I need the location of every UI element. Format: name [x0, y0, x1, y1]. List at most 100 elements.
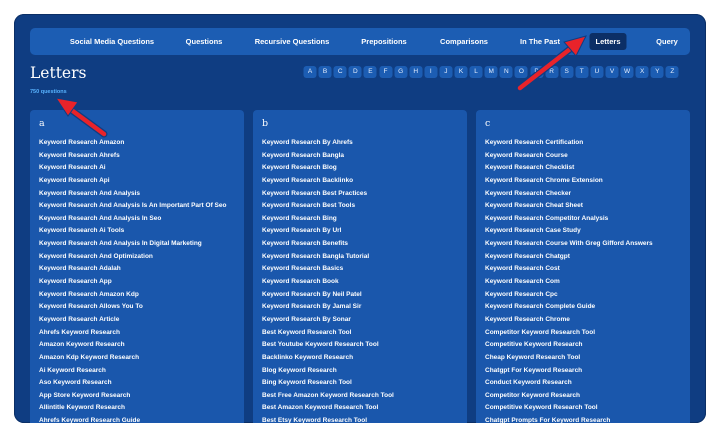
question-link[interactable]: Keyword Research Chrome [485, 314, 653, 327]
question-link[interactable]: Keyword Research Article [39, 314, 226, 327]
letter-link-r[interactable]: R [545, 66, 559, 78]
question-link[interactable]: Keyword Research And Analysis In Digital… [39, 238, 226, 251]
letter-link-c[interactable]: C [333, 66, 347, 78]
question-link[interactable]: Amazon Kdp Keyword Research [39, 352, 226, 365]
question-link[interactable]: Keyword Research Ai Tools [39, 225, 226, 238]
question-link[interactable]: Allintitle Keyword Research [39, 402, 226, 415]
nav-item-letters[interactable]: Letters [589, 33, 627, 50]
question-link[interactable]: Bing Keyword Research Tool [262, 377, 394, 390]
question-link[interactable]: Keyword Research Benefits [262, 238, 394, 251]
question-link[interactable]: Keyword Research Chrome Extension [485, 175, 653, 188]
letter-link-i[interactable]: I [424, 66, 438, 78]
question-link[interactable]: Aso Keyword Research [39, 377, 226, 390]
question-link[interactable]: Keyword Research Cpc [485, 289, 653, 302]
question-link[interactable]: Keyword Research Ai [39, 162, 226, 175]
question-link[interactable]: Keyword Research Cheat Sheet [485, 200, 653, 213]
letter-link-n[interactable]: N [499, 66, 513, 78]
question-link[interactable]: Keyword Research Certification [485, 137, 653, 150]
question-link[interactable]: Blog Keyword Research [262, 365, 394, 378]
question-link[interactable]: Keyword Research By Ahrefs [262, 137, 394, 150]
question-link[interactable]: Keyword Research Backlinko [262, 175, 394, 188]
question-link[interactable]: Amazon Keyword Research [39, 339, 226, 352]
letter-link-l[interactable]: L [469, 66, 483, 78]
letter-link-s[interactable]: S [560, 66, 574, 78]
question-link[interactable]: Best Keyword Research Tool [262, 327, 394, 340]
question-link[interactable]: Best Free Amazon Keyword Research Tool [262, 390, 394, 403]
letter-link-m[interactable]: M [484, 66, 498, 78]
letter-link-k[interactable]: K [454, 66, 468, 78]
question-link[interactable]: Keyword Research Bing [262, 213, 394, 226]
question-link[interactable]: Competitive Keyword Research Tool [485, 402, 653, 415]
letter-link-z[interactable]: Z [665, 66, 679, 78]
question-link[interactable]: Keyword Research Amazon [39, 137, 226, 150]
question-link[interactable]: Keyword Research Basics [262, 263, 394, 276]
question-link[interactable]: Keyword Research Adalah [39, 263, 226, 276]
question-link[interactable]: Keyword Research Case Study [485, 225, 653, 238]
question-link[interactable]: Keyword Research Checklist [485, 162, 653, 175]
letter-link-g[interactable]: G [394, 66, 408, 78]
letter-link-b[interactable]: B [318, 66, 332, 78]
question-link[interactable]: Competitor Keyword Research [485, 390, 653, 403]
question-link[interactable]: Keyword Research Book [262, 276, 394, 289]
question-link[interactable]: Keyword Research Ahrefs [39, 150, 226, 163]
question-link[interactable]: Ahrefs Keyword Research Guide [39, 415, 226, 423]
letter-link-p[interactable]: P [530, 66, 543, 78]
letter-link-y[interactable]: Y [650, 66, 664, 78]
letter-link-a[interactable]: A [303, 66, 317, 78]
question-link[interactable]: Keyword Research Best Tools [262, 200, 394, 213]
nav-item-questions[interactable]: Questions [186, 28, 223, 55]
question-link[interactable]: Keyword Research Best Practices [262, 188, 394, 201]
letter-link-w[interactable]: W [620, 66, 634, 78]
letter-link-e[interactable]: E [363, 66, 377, 78]
letter-link-u[interactable]: U [590, 66, 604, 78]
question-link[interactable]: Competitive Keyword Research [485, 339, 653, 352]
question-link[interactable]: Conduct Keyword Research [485, 377, 653, 390]
letter-link-v[interactable]: V [605, 66, 619, 78]
nav-item-in-the-past[interactable]: In The Past [520, 28, 560, 55]
question-link[interactable]: Best Amazon Keyword Research Tool [262, 402, 394, 415]
question-link[interactable]: Keyword Research And Analysis Is An Impo… [39, 200, 226, 213]
question-link[interactable]: Competitor Keyword Research Tool [485, 327, 653, 340]
question-link[interactable]: Keyword Research By Jamal Sir [262, 301, 394, 314]
letter-link-f[interactable]: F [379, 66, 392, 78]
question-link[interactable]: Keyword Research Blog [262, 162, 394, 175]
question-link[interactable]: Keyword Research Course With Greg Giffor… [485, 238, 653, 251]
nav-item-query[interactable]: Query [656, 28, 678, 55]
question-link[interactable]: Keyword Research And Analysis [39, 188, 226, 201]
nav-item-social-media-questions[interactable]: Social Media Questions [70, 28, 154, 55]
letter-link-d[interactable]: D [348, 66, 362, 78]
question-link[interactable]: Keyword Research Checker [485, 188, 653, 201]
question-link[interactable]: Keyword Research Com [485, 276, 653, 289]
question-link[interactable]: Chatgpt For Keyword Research [485, 365, 653, 378]
nav-item-recursive-questions[interactable]: Recursive Questions [255, 28, 330, 55]
question-link[interactable]: Keyword Research Competitor Analysis [485, 213, 653, 226]
question-link[interactable]: Keyword Research Amazon Kdp [39, 289, 226, 302]
question-link[interactable]: Best Youtube Keyword Research Tool [262, 339, 394, 352]
question-link[interactable]: Cheap Keyword Research Tool [485, 352, 653, 365]
letter-link-x[interactable]: X [635, 66, 649, 78]
question-link[interactable]: Keyword Research Bangla Tutorial [262, 251, 394, 264]
question-link[interactable]: Keyword Research Complete Guide [485, 301, 653, 314]
question-link[interactable]: Keyword Research Bangla [262, 150, 394, 163]
question-link[interactable]: Keyword Research By Url [262, 225, 394, 238]
nav-item-comparisons[interactable]: Comparisons [440, 28, 488, 55]
letter-link-t[interactable]: T [575, 66, 589, 78]
question-link[interactable]: Keyword Research And Optimization [39, 251, 226, 264]
letter-link-j[interactable]: J [439, 66, 453, 78]
question-link[interactable]: Ahrefs Keyword Research [39, 327, 226, 340]
question-link[interactable]: Best Etsy Keyword Research Tool [262, 415, 394, 423]
letter-link-o[interactable]: O [514, 66, 528, 78]
nav-item-prepositions[interactable]: Prepositions [361, 28, 406, 55]
question-link[interactable]: Keyword Research Chatgpt [485, 251, 653, 264]
question-link[interactable]: Keyword Research Allows You To [39, 301, 226, 314]
question-link[interactable]: Keyword Research Course [485, 150, 653, 163]
question-link[interactable]: App Store Keyword Research [39, 390, 226, 403]
question-link[interactable]: Keyword Research By Neil Patel [262, 289, 394, 302]
question-link[interactable]: Ai Keyword Research [39, 365, 226, 378]
letter-link-h[interactable]: H [409, 66, 423, 78]
question-link[interactable]: Keyword Research Cost [485, 263, 653, 276]
question-link[interactable]: Chatgpt Prompts For Keyword Research [485, 415, 653, 423]
question-link[interactable]: Keyword Research Api [39, 175, 226, 188]
question-link[interactable]: Backlinko Keyword Research [262, 352, 394, 365]
question-link[interactable]: Keyword Research App [39, 276, 226, 289]
